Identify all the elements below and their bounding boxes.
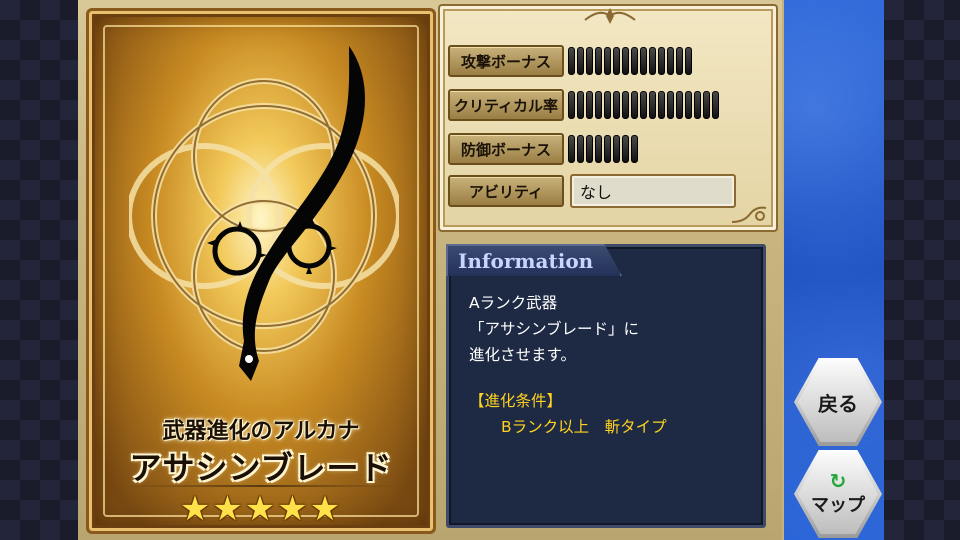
stat-bar-segment: [595, 135, 602, 163]
stat-bar-segment: [577, 135, 584, 163]
stat-bar-segment: [622, 91, 629, 119]
stat-row-critical: クリティカル率: [448, 88, 719, 122]
stat-row-ability: アビリティ なし: [448, 174, 736, 208]
assassin-blade-silhouette: [207, 46, 366, 381]
evolution-condition-value: Bランク以上 斬タイプ: [501, 418, 667, 436]
stat-bar-segment: [595, 47, 602, 75]
arcana-card: 武器進化のアルカナ アサシンブレード ★★★★★: [86, 8, 436, 534]
stat-bar-segment: [640, 47, 647, 75]
stat-row-attack: 攻撃ボーナス: [448, 44, 692, 78]
map-button-label: マップ: [811, 495, 865, 516]
stat-bar-segment: [703, 91, 710, 119]
stat-bar-segment: [586, 135, 593, 163]
stat-bar-segment: [586, 47, 593, 75]
ability-value: なし: [570, 174, 736, 208]
info-line-2: 「アサシンブレード」に: [469, 320, 640, 338]
stat-bar-segment: [604, 91, 611, 119]
stat-bar-segment: [613, 91, 620, 119]
stat-bar-segment: [613, 135, 620, 163]
evolution-condition-title: 【進化条件】: [469, 392, 563, 410]
stat-bar-segment: [676, 91, 683, 119]
card-name: アサシンブレード: [129, 449, 393, 487]
stat-bar-segment: [676, 47, 683, 75]
stat-bar-segment: [604, 135, 611, 163]
back-button-label: 戻る: [818, 391, 858, 416]
defense-bonus-label: 防御ボーナス: [448, 133, 564, 165]
information-panel: Information Aランク武器 「アサシンブレード」に 進化させます。 【…: [446, 244, 766, 528]
stat-bar-segment: [667, 91, 674, 119]
critical-rate-bars: [568, 89, 719, 121]
defense-bonus-bars: [568, 133, 638, 165]
stat-bar-segment: [712, 91, 719, 119]
stat-bar-segment: [658, 91, 665, 119]
ornament-top-icon: [584, 8, 636, 24]
rarity-stars: ★★★★★: [179, 489, 343, 529]
stat-bar-segment: [685, 91, 692, 119]
stat-row-defense: 防御ボーナス: [448, 132, 638, 166]
stat-bar-segment: [649, 91, 656, 119]
stat-bar-segment: [613, 47, 620, 75]
stat-bar-segment: [595, 91, 602, 119]
stat-bar-segment: [568, 91, 575, 119]
stat-bar-segment: [586, 91, 593, 119]
information-title: Information: [446, 244, 622, 276]
stat-bar-segment: [685, 47, 692, 75]
stat-bar-segment: [577, 91, 584, 119]
stat-bar-segment: [622, 47, 629, 75]
critical-rate-label: クリティカル率: [448, 89, 564, 121]
attack-bonus-label: 攻撃ボーナス: [448, 45, 564, 77]
card-subtitle: 武器進化のアルカナ: [162, 418, 360, 444]
info-line-1: Aランク武器: [469, 294, 558, 312]
stat-bar-segment: [667, 47, 674, 75]
attack-bonus-bars: [568, 45, 692, 77]
stat-bar-segment: [649, 47, 656, 75]
stat-bar-segment: [568, 47, 575, 75]
stat-bar-segment: [640, 91, 647, 119]
card-divider: [119, 485, 403, 487]
stat-bar-segment: [568, 135, 575, 163]
stats-panel: 攻撃ボーナス クリティカル率 防御ボーナス アビリティ なし: [438, 4, 778, 232]
stat-bar-segment: [631, 91, 638, 119]
info-line-3: 進化させます。: [469, 346, 576, 364]
stat-bar-segment: [658, 47, 665, 75]
stat-bar-segment: [631, 135, 638, 163]
refresh-arrow-icon: ↻: [829, 469, 847, 493]
stat-bar-segment: [604, 47, 611, 75]
ornament-corner-icon: [731, 206, 767, 223]
left-pattern-strip: [0, 0, 78, 540]
stat-bar-segment: [694, 91, 701, 119]
stat-bar-segment: [577, 47, 584, 75]
right-pattern-strip: [884, 0, 960, 540]
stat-bar-segment: [622, 135, 629, 163]
ability-label: アビリティ: [448, 175, 564, 207]
stat-bar-segment: [631, 47, 638, 75]
